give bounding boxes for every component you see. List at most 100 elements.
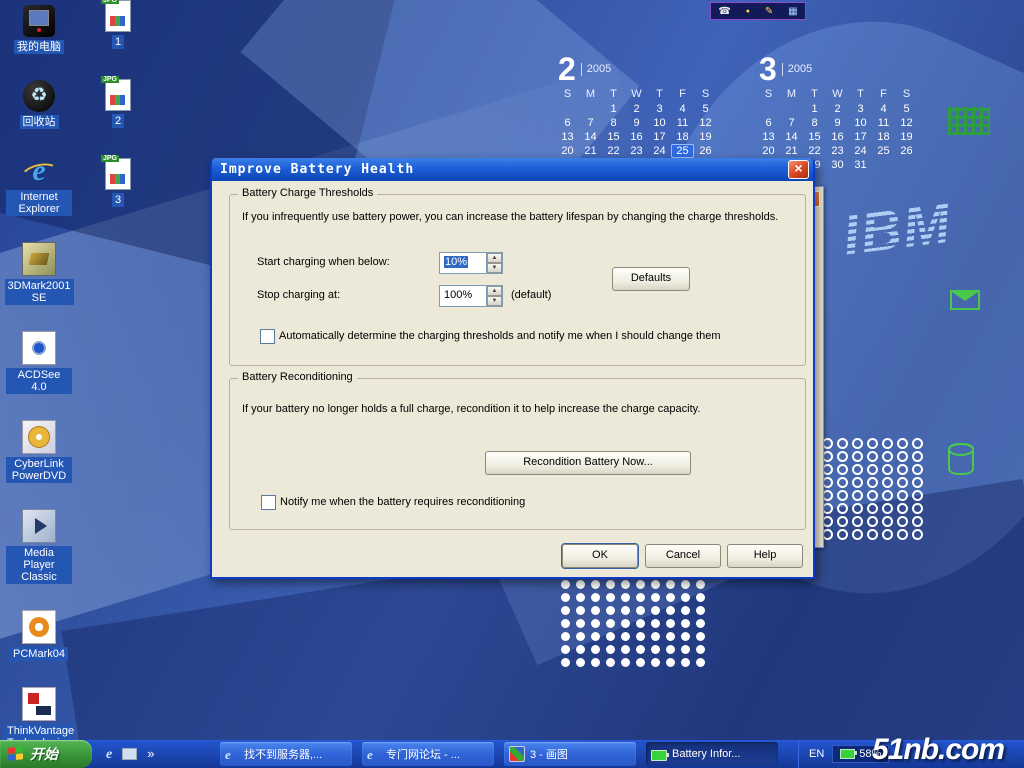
- dialog-title: Improve Battery Health: [220, 162, 788, 177]
- close-icon[interactable]: [788, 160, 809, 179]
- dot: [696, 580, 705, 589]
- calendar-week-row: 6789101112: [757, 116, 918, 130]
- dot: [696, 606, 705, 615]
- quick-launch-bar: [100, 740, 160, 768]
- calendar-day: 11: [671, 116, 694, 130]
- calendar-day: 13: [556, 130, 579, 144]
- desktop-icon-my-computer[interactable]: 我的电脑: [14, 5, 64, 54]
- spin-down-icon[interactable]: [487, 263, 502, 273]
- calendar-day: 5: [694, 102, 717, 116]
- calendar-day: 8: [602, 116, 625, 130]
- chevron-icon[interactable]: [147, 745, 154, 763]
- calendar-day: [757, 102, 780, 116]
- desktop-icon-acdsee[interactable]: ACDSee 4.0: [6, 331, 72, 394]
- start-charging-label: Start charging when below:: [257, 256, 390, 268]
- dot: [882, 477, 893, 488]
- dot: [912, 477, 923, 488]
- dot: [591, 580, 600, 589]
- grid-icon[interactable]: [788, 5, 797, 18]
- dot: [576, 645, 585, 654]
- language-indicator[interactable]: EN: [809, 748, 824, 760]
- dot: [651, 593, 660, 602]
- dot: [621, 645, 630, 654]
- dot: [681, 593, 690, 602]
- desktop-icon-label: 3: [112, 193, 124, 207]
- notify-recondition-checkbox[interactable]: [261, 495, 276, 510]
- calendar-day: 2: [625, 102, 648, 116]
- dot: [912, 516, 923, 527]
- defaults-button[interactable]: Defaults: [612, 267, 690, 291]
- desktop-icon-recycle-bin[interactable]: 回收站: [20, 80, 59, 129]
- calendar-day-header: F: [872, 87, 895, 102]
- system-utility-toolbar[interactable]: [710, 2, 806, 20]
- dot: [852, 529, 863, 540]
- dot: [681, 580, 690, 589]
- dot: [606, 658, 615, 667]
- help-button[interactable]: Help: [727, 544, 803, 568]
- spin-up-icon[interactable]: [487, 253, 502, 263]
- taskbar-button[interactable]: 3 - 画图: [504, 742, 636, 766]
- desktop-icon-media-player-classic[interactable]: Media Player Classic: [6, 509, 72, 584]
- calendar-day: 20: [757, 144, 780, 158]
- dot: [882, 490, 893, 501]
- dot: [651, 580, 660, 589]
- calendar-day: 24: [648, 144, 671, 158]
- spin-up-icon[interactable]: [487, 286, 502, 296]
- desktop-icon-jpg-file[interactable]: 3: [105, 158, 131, 207]
- cancel-button[interactable]: Cancel: [645, 544, 721, 568]
- taskbar-button[interactable]: 专门网论坛 - ...: [362, 742, 494, 766]
- recondition-battery-button[interactable]: Recondition Battery Now...: [485, 451, 691, 475]
- dot: [621, 606, 630, 615]
- calendar-day: 4: [671, 102, 694, 116]
- calendar-day-header: S: [556, 87, 579, 102]
- dot: [576, 658, 585, 667]
- dot: [636, 619, 645, 628]
- pen-icon[interactable]: [765, 5, 773, 18]
- calendar-day: 26: [895, 144, 918, 158]
- dot: [837, 516, 848, 527]
- dot: [867, 477, 878, 488]
- database-cylinder-icon: [948, 443, 974, 475]
- calendar-day: 21: [780, 144, 803, 158]
- calendar-day-headers: SMTWTFS: [556, 87, 717, 102]
- spin-down-icon[interactable]: [487, 296, 502, 306]
- desktop-icon-jpg-file[interactable]: 1: [105, 0, 131, 49]
- calendar-day-header: S: [757, 87, 780, 102]
- start-charging-spinbox[interactable]: 10%: [439, 252, 503, 274]
- calendar-day-header: S: [694, 87, 717, 102]
- stop-charging-spinbox[interactable]: 100%: [439, 285, 503, 307]
- dot: [576, 580, 585, 589]
- ie-icon: [367, 747, 381, 761]
- desktop-icon[interactable]: [122, 748, 137, 760]
- dot-icon[interactable]: [746, 4, 750, 18]
- desktop-icon-label: 我的电脑: [14, 40, 64, 54]
- taskbar-button[interactable]: 找不到服务器,...: [220, 742, 352, 766]
- wallpaper-dot-grid: [820, 437, 925, 541]
- dot: [912, 438, 923, 449]
- desktop-icon-3dmark[interactable]: 3DMark2001 SE: [5, 242, 74, 305]
- dot: [606, 606, 615, 615]
- desktop-icon-internet-explorer[interactable]: Internet Explorer: [6, 155, 72, 216]
- desktop-icon-jpg-file[interactable]: 2: [105, 79, 131, 128]
- dot: [897, 529, 908, 540]
- ie-icon[interactable]: [106, 745, 112, 763]
- taskbar-button[interactable]: Battery Infor...: [646, 742, 778, 766]
- phone-icon[interactable]: [718, 5, 730, 18]
- desktop-icon-label: 1: [112, 35, 124, 49]
- dialog-title-bar[interactable]: Improve Battery Health: [212, 158, 813, 181]
- calendar-year: 2005: [782, 63, 812, 76]
- desktop-icon-pcmark[interactable]: PCMark04: [10, 610, 68, 661]
- battery-icon: [651, 750, 667, 761]
- start-button[interactable]: 开始: [0, 740, 92, 768]
- calendar-day: 30: [826, 158, 849, 172]
- desktop-icon-powerdvd[interactable]: CyberLink PowerDVD: [6, 420, 72, 483]
- dot: [852, 477, 863, 488]
- dot: [666, 619, 675, 628]
- ok-button[interactable]: OK: [562, 544, 638, 568]
- calendar-header: 22005: [558, 54, 717, 84]
- calendar-day-header: T: [602, 87, 625, 102]
- auto-determine-checkbox[interactable]: [260, 329, 275, 344]
- desktop-icon-label: 3DMark2001 SE: [5, 279, 74, 305]
- dot: [561, 593, 570, 602]
- dot: [651, 632, 660, 641]
